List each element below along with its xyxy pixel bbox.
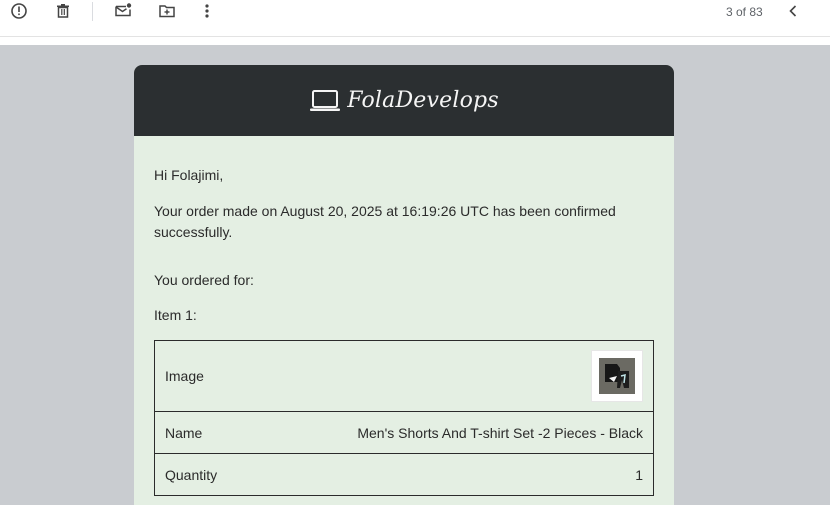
toolbar-gap: [0, 37, 830, 45]
newer-message-button[interactable]: [782, 0, 804, 22]
email-message: FolaDevelops Hi Folajimi, Your order mad…: [134, 65, 674, 505]
delete-icon: [57, 4, 69, 18]
confirmation-text: Your order made on August 20, 2025 at 16…: [154, 203, 616, 240]
pager-count: 3 of 83: [726, 5, 763, 19]
mark-unread-icon: [115, 3, 132, 17]
report-spam-button[interactable]: [8, 0, 30, 22]
row-value: [250, 340, 655, 412]
order-item-table: Image Name Men's Shorts And T-shirt Set …: [154, 340, 655, 496]
greeting-text: Hi Folajimi,: [154, 167, 224, 183]
brand-name: FolaDevelops: [347, 88, 499, 113]
row-label: Quantity: [154, 453, 251, 496]
item-label: Item 1:: [154, 307, 197, 323]
more-vert-icon: [205, 4, 209, 18]
product-image: [599, 358, 635, 394]
move-to-button[interactable]: [156, 0, 178, 22]
ordered-for-text: You ordered for:: [154, 272, 254, 288]
product-photo: [599, 358, 635, 394]
mark-unread-button[interactable]: [112, 0, 134, 22]
row-value: Men's Shorts And T-shirt Set -2 Pieces -…: [250, 411, 655, 454]
product-thumbnail[interactable]: [591, 350, 643, 402]
row-value: 1: [250, 453, 655, 496]
chevron-left-icon: [789, 5, 797, 17]
message-toolbar: 3 of 83: [0, 0, 830, 37]
table-row: Image: [154, 340, 655, 412]
brand-logo: FolaDevelops: [309, 88, 499, 114]
laptop-icon: [310, 89, 341, 111]
report-spam-icon: [11, 3, 27, 19]
table-row: Quantity 1: [154, 453, 655, 496]
more-options-button[interactable]: [196, 0, 218, 22]
toolbar-divider: [92, 2, 93, 21]
email-header: FolaDevelops: [134, 65, 674, 136]
table-row: Name Men's Shorts And T-shirt Set -2 Pie…: [154, 411, 655, 454]
delete-button[interactable]: [52, 0, 74, 22]
move-to-icon: [159, 5, 175, 18]
row-label: Name: [154, 411, 251, 454]
row-label: Image: [154, 340, 251, 412]
